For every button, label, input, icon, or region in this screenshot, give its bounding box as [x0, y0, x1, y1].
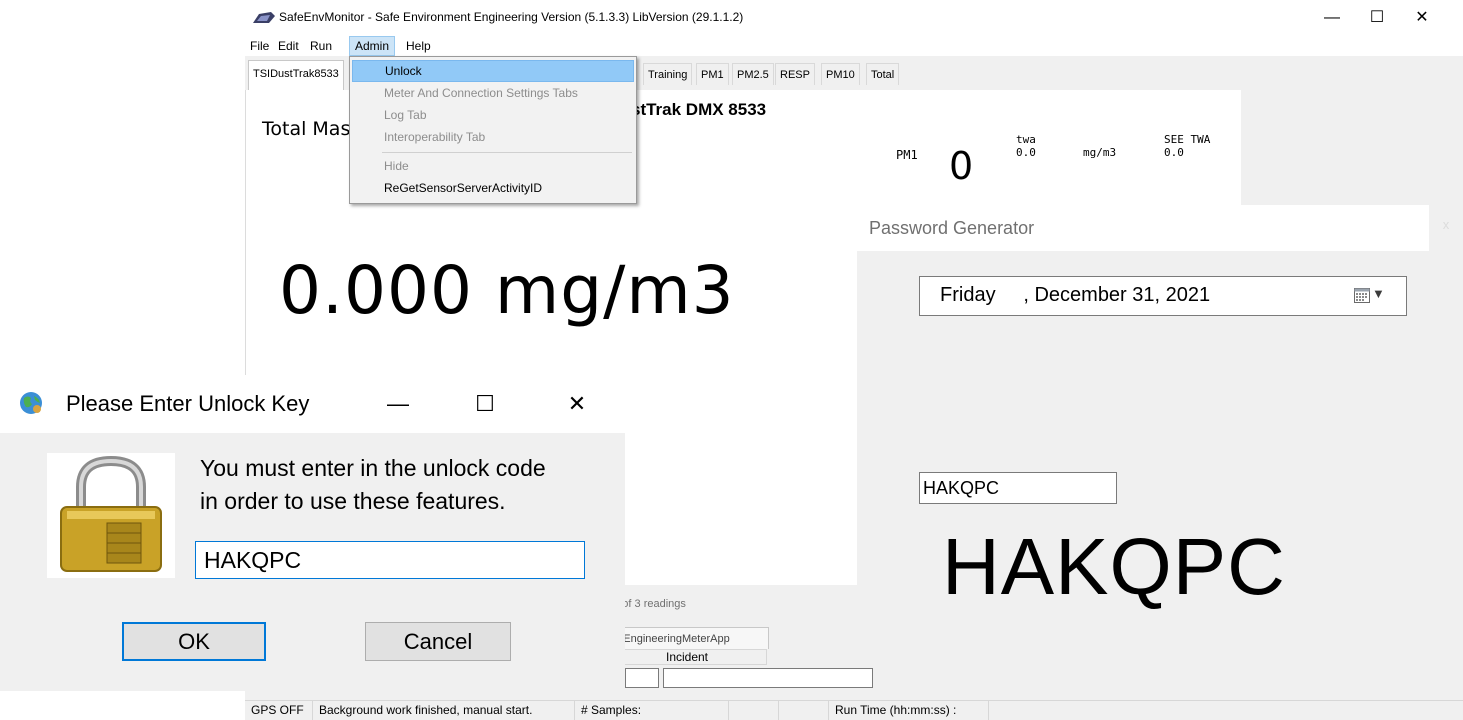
padlock-icon: [60, 455, 162, 572]
tab-tsidusttrak8533[interactable]: TSIDustTrak8533: [248, 60, 344, 90]
menu-edit[interactable]: Edit: [273, 36, 304, 56]
globe-icon: [20, 392, 42, 414]
menu-item-reget-sensor-id[interactable]: ReGetSensorServerActivityID: [352, 177, 634, 199]
password-generator-body: Friday , December 31, 2021 ▼ HAKQPC HAKQ…: [857, 251, 1463, 619]
pm1-value: 0: [949, 144, 974, 188]
cancel-button[interactable]: Cancel: [365, 622, 511, 661]
date-value: Friday , December 31, 2021: [940, 284, 1211, 306]
password-generator-title: Password Generator: [869, 218, 1035, 238]
close-button[interactable]: x: [1429, 205, 1463, 251]
big-reading: 0.000 mg/m3: [279, 252, 735, 329]
menu-run[interactable]: Run: [305, 36, 337, 56]
menu-bar: File Edit Run Admin Help: [245, 36, 1463, 56]
menu-help[interactable]: Help: [401, 36, 436, 56]
title-bar[interactable]: SafeEnvMonitor - Safe Environment Engine…: [245, 0, 1463, 36]
unlock-dialog-body: You must enter in the unlock code in ord…: [0, 433, 625, 691]
incident-input-small[interactable]: [625, 668, 659, 688]
see-twa-label: SEE TWA: [1164, 133, 1211, 146]
menu-file[interactable]: File: [245, 36, 274, 56]
menu-separator: [382, 152, 632, 153]
status-cell-blank-2: [779, 701, 829, 720]
incident-input[interactable]: [663, 668, 873, 688]
tab-training[interactable]: Training: [643, 63, 693, 85]
status-cell-blank-1: [729, 701, 779, 720]
minimize-button[interactable]: —: [368, 383, 428, 425]
unlock-message-line2: in order to use these features.: [200, 488, 506, 514]
date-picker[interactable]: Friday , December 31, 2021 ▼: [919, 276, 1407, 316]
status-runtime: Run Time (hh:mm:ss) :: [829, 701, 989, 720]
tab-pm1[interactable]: PM1: [696, 63, 729, 85]
twa-value: 0.0: [1016, 146, 1036, 159]
admin-dropdown-menu: Unlock Meter And Connection Settings Tab…: [349, 56, 637, 204]
tab-meter-app[interactable]: entEngineeringMeterApp: [607, 627, 769, 649]
twa-label: twa: [1016, 133, 1036, 146]
tab-total[interactable]: Total: [866, 63, 900, 85]
total-mass-label: Total Mas: [262, 118, 351, 140]
incident-header: Incident: [607, 649, 767, 665]
status-message: Background work finished, manual start.: [313, 701, 575, 720]
unit-label: mg/m3: [1083, 146, 1117, 159]
close-button[interactable]: ✕: [547, 383, 607, 425]
pm1-label: PM1: [896, 148, 918, 162]
menu-item-interoperability-tab[interactable]: Interoperability Tab: [352, 126, 634, 148]
menu-item-meter-settings-tabs[interactable]: Meter And Connection Settings Tabs: [352, 82, 634, 104]
status-gps: GPS OFF: [245, 701, 313, 720]
unlock-dialog-title: Please Enter Unlock Key: [66, 391, 310, 416]
ok-button[interactable]: OK: [122, 622, 266, 661]
maximize-button[interactable]: ☐: [1355, 4, 1399, 32]
unlock-dialog-titlebar[interactable]: Please Enter Unlock Key — ☐ ✕: [0, 375, 625, 433]
chevron-down-icon[interactable]: ▼: [1372, 286, 1385, 301]
unlock-key-input[interactable]: HAKQPC: [195, 541, 585, 579]
menu-item-hide[interactable]: Hide: [352, 155, 634, 177]
tab-pm2-5[interactable]: PM2.5: [732, 63, 774, 85]
password-generator-titlebar[interactable]: Password Generator x: [857, 205, 1463, 251]
status-samples: # Samples:: [575, 701, 729, 720]
generated-code-display: HAKQPC: [942, 522, 1286, 611]
tab-pm10[interactable]: PM10: [821, 63, 860, 85]
window-title: SafeEnvMonitor - Safe Environment Engine…: [279, 10, 744, 24]
app-icon: [253, 12, 275, 23]
see-twa-value: 0.0: [1164, 146, 1184, 159]
menu-item-log-tab[interactable]: Log Tab: [352, 104, 634, 126]
menu-item-unlock[interactable]: Unlock: [352, 60, 634, 82]
menu-admin[interactable]: Admin: [349, 36, 396, 56]
padlock-image: [47, 453, 175, 578]
minimize-button[interactable]: —: [1310, 4, 1354, 32]
tab-resp[interactable]: RESP: [775, 63, 815, 85]
status-bar: GPS OFF Background work finished, manual…: [245, 700, 1463, 720]
maximize-button[interactable]: ☐: [455, 383, 515, 425]
unlock-message-line1: You must enter in the unlock code: [200, 455, 546, 481]
generated-code-field[interactable]: HAKQPC: [919, 472, 1117, 504]
calendar-icon[interactable]: [1354, 287, 1370, 303]
close-button[interactable]: ✕: [1400, 4, 1444, 32]
device-title: stTrak DMX 8533: [631, 100, 767, 119]
